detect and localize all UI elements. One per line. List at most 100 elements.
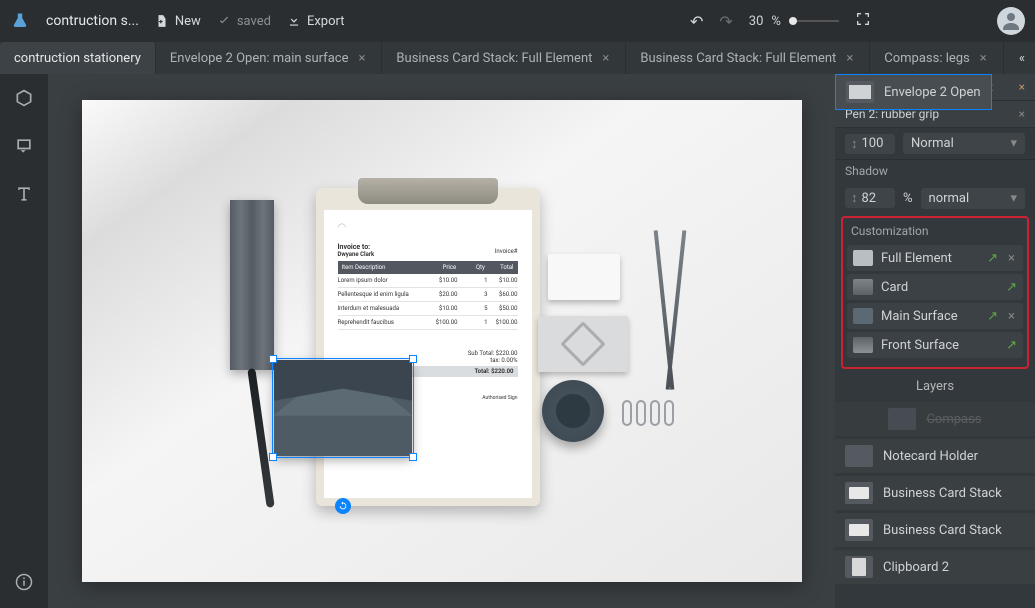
text-tool[interactable]: [12, 182, 36, 206]
customization-label: Customization: [845, 222, 1025, 242]
reload-button[interactable]: [335, 498, 351, 514]
zoom-controls: 30 %: [749, 14, 839, 29]
file-title: contruction s...: [46, 13, 139, 29]
layer-name: Compass: [926, 412, 981, 427]
zoom-value: 30: [749, 14, 764, 29]
thumb-icon: [853, 337, 873, 353]
resize-handle[interactable]: [269, 355, 277, 363]
customization-item[interactable]: Full Element ↗ ×: [847, 245, 1023, 271]
tab-item[interactable]: Compass: legs ×: [870, 42, 1003, 74]
business-card-mock: [538, 316, 628, 372]
popout-icon[interactable]: ↗: [987, 251, 998, 266]
tab-item[interactable]: Business Card Stack: Full Element ×: [626, 42, 870, 74]
fullscreen-icon: [855, 11, 871, 27]
shadow-unit: %: [903, 191, 913, 206]
layer-name: Envelope 2 Open: [884, 85, 981, 100]
top-bar: contruction s... New saved Export ↶ ↷ 30…: [0, 0, 1035, 42]
export-button[interactable]: Export: [287, 14, 345, 29]
popout-icon[interactable]: ↗: [987, 309, 998, 324]
zoom-slider[interactable]: [789, 20, 839, 22]
opacity-input[interactable]: ↕100: [845, 134, 895, 154]
layer-name: Notecard Holder: [883, 449, 978, 464]
undo-button[interactable]: ↶: [690, 12, 703, 31]
shadow-label: Shadow: [835, 160, 1035, 182]
popout-icon[interactable]: ↗: [1006, 280, 1017, 295]
new-button[interactable]: New: [155, 14, 201, 29]
tab-item[interactable]: Envelope 2 Open: main surface×: [156, 42, 383, 74]
selection-box[interactable]: [272, 358, 414, 458]
tape-mock: [542, 380, 604, 442]
layer-item[interactable]: Business Card Stack: [835, 476, 1035, 510]
layer-thumb: [845, 556, 873, 578]
resize-handle[interactable]: [409, 355, 417, 363]
tab-main[interactable]: contruction stationery: [0, 42, 156, 74]
shadow-blend-select[interactable]: normal▾: [921, 188, 1025, 209]
layer-item[interactable]: Compass: [835, 402, 1035, 436]
customization-name: Full Element: [881, 251, 952, 266]
tab-label: Business Card Stack: Full Element: [640, 51, 836, 66]
file-plus-icon: [155, 14, 169, 28]
saved-indicator: saved: [217, 14, 271, 29]
layer-item[interactable]: Business Card Stack: [835, 513, 1035, 547]
check-icon: [217, 14, 231, 28]
layer-item[interactable]: Notecard Holder: [835, 439, 1035, 473]
layer-item[interactable]: Envelope 2 Open: [835, 74, 992, 110]
tab-item[interactable]: Business Card Stack: Full Element ×: [382, 42, 626, 74]
resize-handle[interactable]: [409, 453, 417, 461]
customization-name: Main Surface: [881, 309, 958, 324]
right-panel: Tape Standing: Full Element× Pen 2: rubb…: [835, 74, 1035, 608]
customization-item[interactable]: Main Surface ↗ ×: [847, 303, 1023, 329]
close-icon[interactable]: ×: [356, 51, 367, 66]
document-tabs: contruction stationery Envelope 2 Open: …: [0, 42, 1035, 74]
close-icon[interactable]: ×: [600, 51, 611, 66]
refresh-icon: [338, 501, 348, 511]
notecard-mock: [548, 254, 620, 300]
layer-name: Business Card Stack: [883, 523, 1002, 538]
import-tool[interactable]: [12, 134, 36, 158]
thumb-icon: [853, 279, 873, 295]
app-logo-icon: [10, 11, 30, 31]
folder-mock: [230, 200, 274, 370]
layer-name: Clipboard 2: [883, 560, 949, 575]
popout-icon[interactable]: ↗: [1006, 338, 1017, 353]
close-icon[interactable]: ×: [1006, 309, 1017, 324]
tab-label: contruction stationery: [14, 51, 141, 66]
text-icon: [14, 184, 34, 204]
layer-name: Business Card Stack: [883, 486, 1002, 501]
fullscreen-button[interactable]: [855, 11, 871, 31]
zoom-unit: %: [771, 14, 781, 29]
user-avatar[interactable]: [997, 7, 1025, 35]
tab-label: Business Card Stack: Full Element: [396, 51, 592, 66]
resize-handle[interactable]: [269, 453, 277, 461]
customization-section: Customization Full Element ↗ × Card ↗ Main …: [841, 216, 1029, 369]
layer-thumb: [845, 482, 873, 504]
close-icon[interactable]: ×: [978, 51, 989, 66]
customization-item[interactable]: Front Surface↗: [847, 332, 1023, 358]
compass-mock: [650, 230, 690, 390]
canvas-area[interactable]: ◠ Invoice to: Dwyane Clark Invoice# Item…: [48, 74, 835, 608]
layer-item[interactable]: Clipboard 2: [835, 550, 1035, 584]
shadow-opacity-input[interactable]: ↕82: [845, 188, 895, 208]
layer-thumb: [845, 445, 873, 467]
saved-label: saved: [237, 14, 271, 29]
close-icon[interactable]: ×: [1019, 80, 1025, 94]
customization-name: Card: [881, 280, 908, 295]
tab-label: Compass: legs: [884, 51, 970, 66]
tabs-overflow[interactable]: «: [1009, 42, 1035, 74]
redo-button[interactable]: ↷: [719, 12, 732, 31]
cube-icon: [14, 88, 34, 108]
shadow-blend: normal: [929, 191, 970, 206]
shadow-value: 82: [862, 191, 877, 206]
customization-item[interactable]: Card ↗: [847, 274, 1023, 300]
thumb-icon: [853, 308, 873, 324]
blend-select[interactable]: Normal▾: [903, 133, 1025, 154]
info-button[interactable]: [12, 570, 36, 594]
close-icon[interactable]: ×: [844, 51, 855, 66]
layer-thumb: [846, 81, 874, 103]
scene-canvas: ◠ Invoice to: Dwyane Clark Invoice# Item…: [82, 100, 802, 582]
close-icon[interactable]: ×: [1006, 251, 1017, 266]
shapes-tool[interactable]: [12, 86, 36, 110]
new-label: New: [175, 14, 201, 29]
close-icon[interactable]: ×: [1019, 107, 1025, 121]
export-label: Export: [307, 14, 345, 29]
